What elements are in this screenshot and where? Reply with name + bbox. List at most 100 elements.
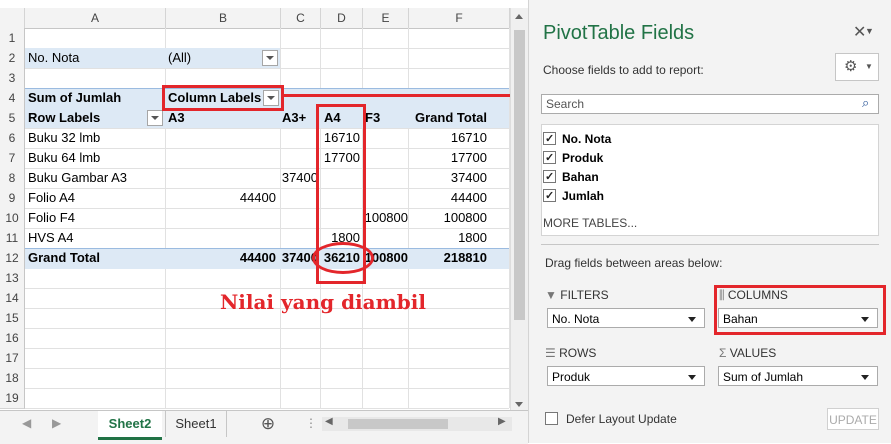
column-header-e[interactable]: E: [363, 8, 409, 29]
scroll-down-icon[interactable]: [515, 402, 523, 407]
search-icon[interactable]: ⌕: [862, 95, 869, 111]
hscroll-thumb[interactable]: [348, 419, 448, 429]
row-header[interactable]: 2: [0, 48, 25, 69]
pivot-row-label[interactable]: Folio A4: [28, 188, 163, 208]
pivot-value-a3plus[interactable]: [281, 128, 318, 148]
row-header[interactable]: 4: [0, 88, 25, 109]
filter-dropdown-button[interactable]: [262, 50, 278, 66]
add-sheet-button[interactable]: ⊕: [256, 411, 280, 437]
pivot-value-a3plus[interactable]: 37400: [281, 168, 318, 188]
row-header[interactable]: 13: [0, 268, 25, 289]
row-header[interactable]: 11: [0, 228, 25, 249]
filters-field-dropdown[interactable]: No. Nota: [547, 308, 705, 328]
column-header-a[interactable]: A: [25, 8, 166, 29]
pivot-row-label[interactable]: Buku Gambar A3: [28, 168, 163, 188]
row-header[interactable]: 9: [0, 188, 25, 209]
row-header[interactable]: 6: [0, 128, 25, 149]
pivot-value-total[interactable]: 100800: [409, 208, 487, 228]
pivottable-fields-pane: PivotTable Fields ✕ ▼ Choose fields to a…: [528, 0, 891, 443]
search-input[interactable]: Search ⌕: [541, 94, 879, 114]
field-jumlah[interactable]: Jumlah: [543, 187, 604, 206]
grid-row: [25, 368, 509, 389]
pivot-value-f3[interactable]: [363, 128, 408, 148]
scroll-thumb[interactable]: [514, 30, 525, 320]
pivot-value-total[interactable]: 17700: [409, 148, 487, 168]
hscroll-right-icon[interactable]: ▶: [498, 416, 506, 427]
pivot-row-label[interactable]: Buku 32 lmb: [28, 128, 163, 148]
column-header-c[interactable]: C: [281, 8, 321, 29]
pivot-value-a3plus[interactable]: [281, 188, 318, 208]
pivot-value-f3[interactable]: [363, 148, 408, 168]
field-bahan[interactable]: Bahan: [543, 168, 599, 187]
update-button[interactable]: UPDATE: [827, 408, 879, 430]
row-header[interactable]: 10: [0, 208, 25, 229]
row-labels-header: Row Labels: [28, 110, 101, 125]
row-header[interactable]: 8: [0, 168, 25, 189]
row-labels-dropdown-button[interactable]: [147, 110, 163, 126]
row-header[interactable]: 19: [0, 388, 25, 409]
field-no-nota[interactable]: No. Nota: [543, 130, 611, 149]
grid-row: [25, 388, 509, 409]
column-labels-highlight: [162, 85, 284, 111]
column-header-d[interactable]: D: [321, 8, 363, 29]
row-header[interactable]: 17: [0, 348, 25, 369]
row-header[interactable]: 18: [0, 368, 25, 389]
row-header[interactable]: 14: [0, 288, 25, 309]
pivot-value-f3[interactable]: [363, 188, 408, 208]
horizontal-scrollbar[interactable]: ◀ ▶: [322, 416, 512, 431]
grand-total-a3: 44400: [239, 250, 276, 265]
scroll-up-icon[interactable]: [515, 14, 523, 19]
row-header[interactable]: 16: [0, 328, 25, 349]
pivot-row-label[interactable]: HVS A4: [28, 228, 163, 248]
tools-dropdown-icon[interactable]: ▼: [865, 26, 874, 36]
pivot-value-a3[interactable]: 44400: [166, 188, 276, 208]
checkbox-checked-icon[interactable]: [543, 187, 556, 206]
values-area-title: Σ VALUES: [719, 346, 777, 360]
grand-total-total: 218810: [443, 250, 487, 265]
field-produk[interactable]: Produk: [543, 149, 603, 168]
values-field-dropdown[interactable]: Sum of Jumlah: [718, 366, 878, 386]
pivot-value-f3[interactable]: 100800: [363, 208, 408, 228]
pivot-value-total[interactable]: 37400: [409, 168, 487, 188]
pivot-value-a3plus[interactable]: [281, 228, 318, 248]
vertical-scrollbar[interactable]: [510, 8, 528, 413]
checkbox-checked-icon[interactable]: [543, 149, 556, 168]
column-header-b[interactable]: B: [166, 8, 281, 29]
checkbox-unchecked-icon[interactable]: [545, 412, 558, 425]
defer-layout-update[interactable]: Defer Layout Update: [545, 412, 677, 426]
row-header[interactable]: 7: [0, 148, 25, 169]
pivot-value-total[interactable]: 16710: [409, 128, 487, 148]
tab-sheet1[interactable]: Sheet1: [165, 411, 227, 437]
pivot-value-a3[interactable]: [166, 228, 276, 248]
tab-scroll-left-icon[interactable]: ◀: [22, 416, 31, 430]
tab-split-handle-icon[interactable]: ⋮: [305, 416, 317, 430]
tab-sheet2[interactable]: Sheet2: [98, 411, 162, 440]
row-header[interactable]: 5: [0, 108, 25, 129]
pivot-value-total[interactable]: 44400: [409, 188, 487, 208]
pivot-row-label[interactable]: Folio F4: [28, 208, 163, 228]
pivot-value-a3[interactable]: [166, 208, 276, 228]
pivot-value-a3[interactable]: [166, 128, 276, 148]
row-header[interactable]: 15: [0, 308, 25, 329]
column-header-f[interactable]: F: [409, 8, 510, 29]
row-header[interactable]: 12: [0, 248, 25, 269]
pivot-value-a3[interactable]: [166, 168, 276, 188]
tab-scroll-right-icon[interactable]: ▶: [52, 416, 61, 430]
pivot-row-label[interactable]: Buku 64 lmb: [28, 148, 163, 168]
pivot-value-a3[interactable]: [166, 148, 276, 168]
pivot-value-a3plus[interactable]: [281, 208, 318, 228]
rows-field-dropdown[interactable]: Produk: [547, 366, 705, 386]
more-tables-link[interactable]: MORE TABLES...: [543, 216, 637, 230]
hscroll-left-icon[interactable]: ◀: [325, 416, 333, 427]
checkbox-checked-icon[interactable]: [543, 130, 556, 149]
columns-area-highlight: [714, 285, 886, 335]
pivot-value-f3[interactable]: [363, 228, 408, 248]
pivot-value-f3[interactable]: [363, 168, 408, 188]
select-all-corner[interactable]: [0, 8, 25, 29]
pivot-value-total[interactable]: 1800: [409, 228, 487, 248]
row-header[interactable]: 1: [0, 28, 25, 49]
row-header[interactable]: 3: [0, 68, 25, 89]
checkbox-checked-icon[interactable]: [543, 168, 556, 187]
gear-button[interactable]: ⚙ ▼: [835, 53, 879, 81]
pivot-value-a3plus[interactable]: [281, 148, 318, 168]
